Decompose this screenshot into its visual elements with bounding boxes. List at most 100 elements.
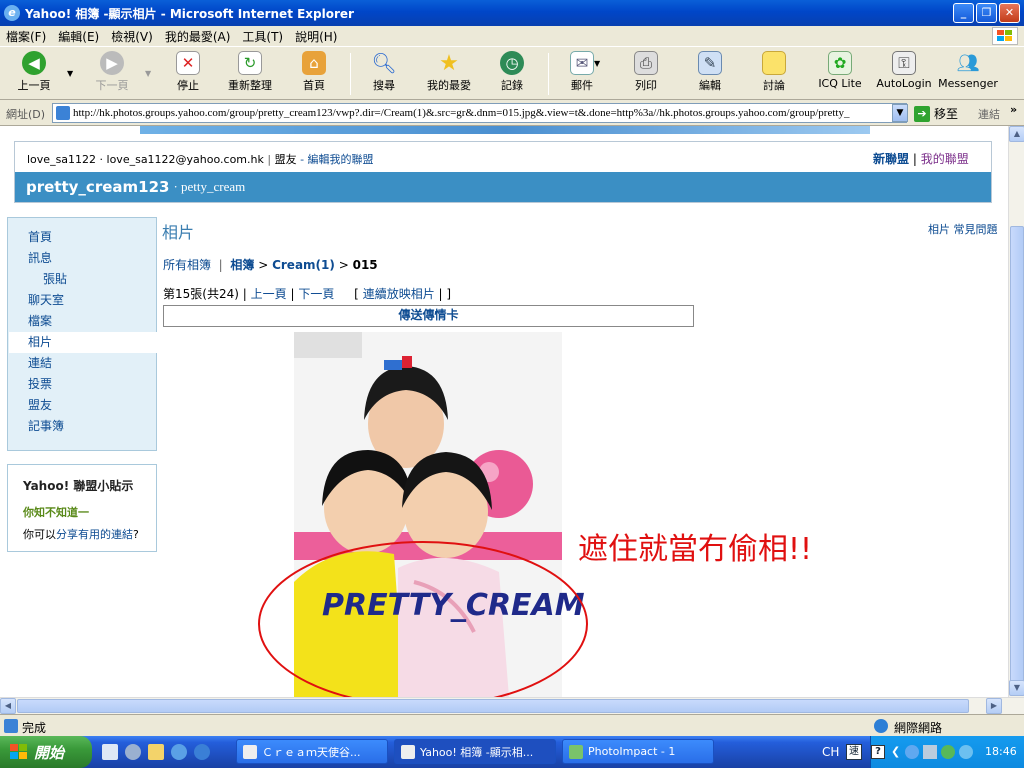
menu-help[interactable]: 說明(H) xyxy=(289,28,343,45)
pager-sep: | xyxy=(438,287,443,301)
close-button[interactable]: ✕ xyxy=(999,3,1020,23)
annotation-text: 遮住就當冇偷相!! xyxy=(578,532,813,567)
sidebar-item-calendar[interactable]: 記事簿 xyxy=(9,416,157,437)
forward-dropdown-icon[interactable]: ▼ xyxy=(145,69,151,78)
status-text: 完成 xyxy=(22,721,47,735)
scroll-right-icon[interactable]: ▶ xyxy=(986,698,1002,714)
breadcrumb-albums[interactable]: 相簿 xyxy=(230,258,254,272)
back-dropdown-icon[interactable]: ▼ xyxy=(67,69,73,78)
my-groups-link[interactable]: 我的聯盟 xyxy=(921,152,969,166)
messenger-button[interactable]: 👥︎ Messenger xyxy=(938,51,998,99)
breadcrumb-all-albums[interactable]: 所有相簿 xyxy=(163,258,211,272)
monitor-icon[interactable] xyxy=(923,745,937,759)
media-icon[interactable] xyxy=(125,744,141,760)
task-yahoo-photos[interactable]: Yahoo! 相簿 -顯示相... xyxy=(394,739,556,764)
minimize-button[interactable]: _ xyxy=(953,3,974,23)
discuss-button[interactable]: 討論 xyxy=(754,51,794,99)
breadcrumb-folder[interactable]: Cream(1) xyxy=(272,258,335,272)
refresh-icon: ↻ xyxy=(238,51,262,75)
share-links-link[interactable]: 分享有用的連結 xyxy=(56,528,133,541)
outlook-icon[interactable] xyxy=(171,744,187,760)
slideshow-link[interactable]: 連續放映相片 xyxy=(363,287,435,301)
scroll-left-icon[interactable]: ◀ xyxy=(0,698,16,714)
go-button[interactable]: ➔ 移至 xyxy=(914,105,958,122)
menu-file[interactable]: 檔案(F) xyxy=(0,28,52,45)
sidebar-item-photos[interactable]: 相片 xyxy=(9,332,157,353)
messenger-tray-icon[interactable] xyxy=(959,745,973,759)
icq-button[interactable]: ✿ ICQ Lite xyxy=(814,51,866,99)
vertical-scroll-thumb[interactable] xyxy=(1010,226,1024,686)
group-name[interactable]: pretty_cream123 xyxy=(26,178,169,196)
sidebar-item-messages[interactable]: 訊息 xyxy=(9,248,157,269)
task-label: PhotoImpact - 1 xyxy=(588,745,676,758)
menu-tools[interactable]: 工具(T) xyxy=(236,28,289,45)
pager-sep: | xyxy=(242,287,247,301)
menu-edit[interactable]: 編輯(E) xyxy=(52,28,105,45)
vertical-scrollbar[interactable]: ▲ ▼ xyxy=(1008,126,1024,697)
prev-photo-link[interactable]: 上一頁 xyxy=(251,287,287,301)
scroll-up-icon[interactable]: ▲ xyxy=(1009,126,1024,142)
friends-text: 盟友 xyxy=(274,153,297,166)
forward-button[interactable]: ▶ 下一頁 xyxy=(90,51,134,99)
sidebar-item-post[interactable]: 張貼 xyxy=(9,269,157,290)
edit-button[interactable]: ✎ 編輯 xyxy=(690,51,730,99)
language-indicator[interactable]: CH xyxy=(822,745,839,759)
address-dropdown-icon[interactable]: ▼ xyxy=(892,104,908,122)
refresh-button[interactable]: ↻ 重新整理 xyxy=(222,51,278,99)
back-button[interactable]: ◀ 上一頁 xyxy=(12,51,56,99)
address-input[interactable]: http://hk.photos.groups.yahoo.com/group/… xyxy=(52,103,907,123)
sidebar-item-files[interactable]: 檔案 xyxy=(9,311,157,332)
sidebar-item-polls[interactable]: 投票 xyxy=(9,374,157,395)
help-icon[interactable]: ? xyxy=(871,745,885,759)
ime-icon[interactable]: 速 xyxy=(846,744,862,760)
clock[interactable]: 18:46 xyxy=(985,745,1017,758)
separator: | xyxy=(267,153,272,166)
send-card-box: 傳送傳情卡 xyxy=(163,305,694,327)
edit-my-group-link[interactable]: - 編輯我的聯盟 xyxy=(300,153,373,166)
sidebar-item-chat[interactable]: 聊天室 xyxy=(9,290,157,311)
history-button[interactable]: ◷ 記錄 xyxy=(492,51,532,99)
search-button[interactable]: 🔍︎ 搜尋 xyxy=(364,51,404,99)
sidebar-item-links[interactable]: 連結 xyxy=(9,353,157,374)
mail-dropdown-icon[interactable]: ▼ xyxy=(594,59,600,68)
ie-icon[interactable] xyxy=(194,744,210,760)
favorites-button[interactable]: ★ 我的最愛 xyxy=(420,51,478,99)
task-photoimpact[interactable]: PhotoImpact - 1 xyxy=(562,739,714,764)
desktop-icon[interactable] xyxy=(102,744,118,760)
horizontal-scrollbar[interactable]: ◀ ▶ xyxy=(0,697,1024,714)
links-label[interactable]: 連結 xyxy=(978,106,1000,122)
faq-link[interactable]: 常見問題 xyxy=(954,223,998,236)
links-more-icon[interactable]: » xyxy=(1010,103,1017,116)
icq-tray-icon[interactable] xyxy=(941,745,955,759)
horizontal-scroll-thumb[interactable] xyxy=(17,699,969,713)
group-header: love_sa1122 · love_sa1122@yahoo.com.hk |… xyxy=(14,141,992,203)
scroll-down-icon[interactable]: ▼ xyxy=(1009,680,1024,696)
next-photo-link[interactable]: 下一頁 xyxy=(298,287,334,301)
photo-count: 第15張(共24) xyxy=(163,287,239,301)
home-button[interactable]: ⌂ 首頁 xyxy=(294,51,334,99)
mail-label: 郵件 xyxy=(571,79,593,92)
stop-button[interactable]: ✕ 停止 xyxy=(166,51,210,99)
group-alias: · petty_cream xyxy=(173,179,246,194)
start-button[interactable]: 開始 xyxy=(0,736,92,768)
autologin-button[interactable]: ⚿ AutoLogin xyxy=(874,51,934,99)
send-ecard-link[interactable]: 傳送傳情卡 xyxy=(398,308,458,322)
maximize-button[interactable]: ❐ xyxy=(976,3,997,23)
title-bar[interactable]: e Yahoo! 相簿 -顯示相片 - Microsoft Internet E… xyxy=(0,0,1024,26)
home-label: 首頁 xyxy=(303,79,325,92)
menu-view[interactable]: 檢視(V) xyxy=(105,28,159,45)
tray-arrow-icon[interactable]: ❮ xyxy=(891,745,900,758)
task-label: Yahoo! 相簿 -顯示相... xyxy=(420,745,534,759)
menu-favorites[interactable]: 我的最愛(A) xyxy=(159,28,237,45)
breadcrumb-current: 015 xyxy=(352,258,378,272)
photos-link[interactable]: 相片 xyxy=(928,223,950,236)
folder-icon[interactable] xyxy=(148,744,164,760)
network-icon[interactable] xyxy=(905,745,919,759)
sidebar-item-home[interactable]: 首頁 xyxy=(9,227,157,248)
new-group-link[interactable]: 新聯盟 xyxy=(873,152,909,166)
task-cream-angel[interactable]: Ｃｒｅａｍ天使谷... xyxy=(236,739,388,764)
sidebar-item-members[interactable]: 盟友 xyxy=(9,395,157,416)
toolbar: ◀ 上一頁 ▼ ▶ 下一頁 ▼ ✕ 停止 ↻ 重新整理 ⌂ 首頁 🔍︎ 搜尋 ★… xyxy=(0,46,1024,100)
group-title-bar: pretty_cream123 · petty_cream xyxy=(15,172,991,202)
print-button[interactable]: ⎙ 列印 xyxy=(626,51,666,99)
